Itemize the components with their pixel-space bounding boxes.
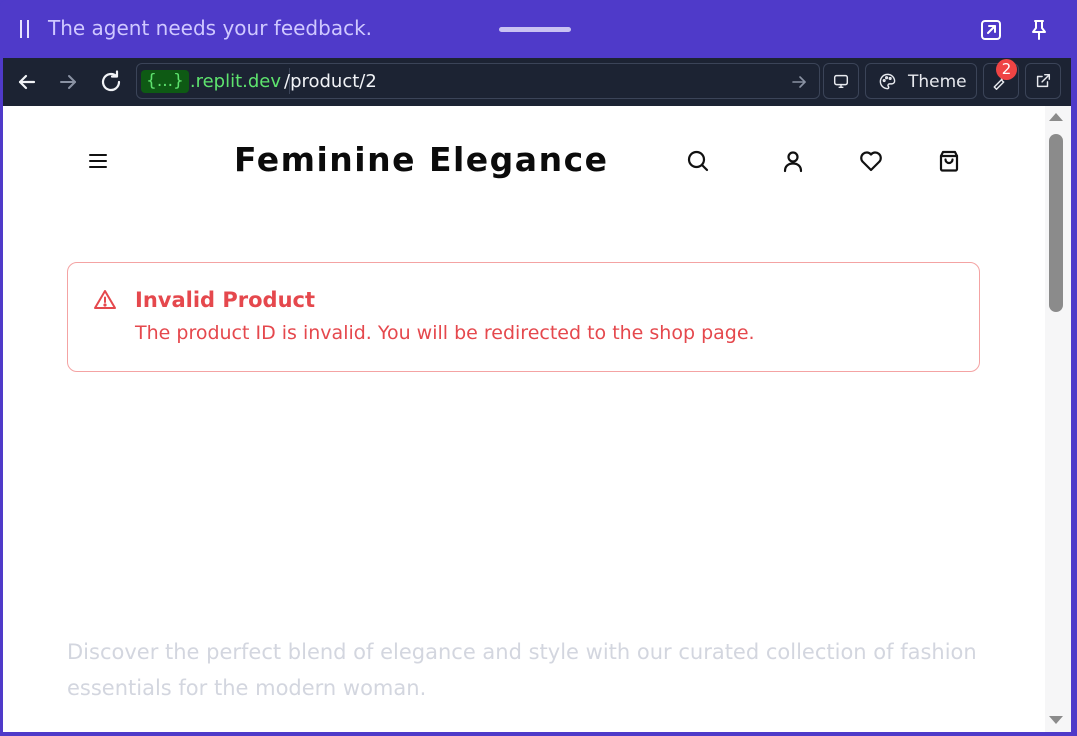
user-icon[interactable]: [780, 148, 806, 174]
browser-toolbar: {...} .replit.dev /product/2 Theme: [3, 58, 1071, 106]
palette-icon: [879, 73, 896, 90]
window-frame: The agent needs your feedback. {...} .re…: [0, 0, 1077, 736]
open-external-button[interactable]: [1025, 63, 1061, 99]
url-bar[interactable]: {...} .replit.dev /product/2: [136, 63, 820, 99]
invalid-product-alert: Invalid Product The product ID is invali…: [67, 262, 980, 372]
monitor-icon: [833, 74, 849, 89]
scroll-up-arrow-icon[interactable]: [1049, 113, 1063, 121]
back-arrow-icon[interactable]: [13, 68, 41, 96]
scroll-thumb[interactable]: [1049, 134, 1063, 312]
hamburger-menu-icon[interactable]: [87, 150, 109, 172]
forward-arrow-icon[interactable]: [54, 68, 82, 96]
page-viewport: Feminine Elegance Invalid Product The pr…: [3, 106, 1071, 732]
notification-badge: 2: [996, 59, 1017, 80]
shopping-bag-icon[interactable]: [936, 148, 962, 174]
url-host: {...} .replit.dev: [141, 68, 291, 94]
theme-button[interactable]: Theme: [865, 63, 977, 99]
scrollbar[interactable]: [1045, 106, 1071, 732]
alert-title: Invalid Product: [135, 288, 316, 312]
url-domain: .replit.dev: [189, 70, 282, 92]
site-header: Feminine Elegance: [3, 106, 1043, 216]
theme-label: Theme: [908, 72, 967, 92]
pause-icon[interactable]: [18, 20, 32, 38]
drag-handle[interactable]: [499, 27, 571, 32]
pin-icon[interactable]: [1027, 18, 1051, 42]
banner-message: The agent needs your feedback.: [48, 16, 373, 40]
warning-triangle-icon: [94, 290, 116, 309]
alert-description: The product ID is invalid. You will be r…: [135, 322, 755, 344]
url-path[interactable]: /product/2: [284, 71, 377, 92]
url-badge: {...}: [141, 69, 189, 93]
brand-logo[interactable]: Feminine Elegance: [234, 140, 609, 179]
device-preview-button[interactable]: [823, 63, 859, 99]
reload-icon[interactable]: [97, 68, 125, 96]
scroll-down-arrow-icon[interactable]: [1049, 716, 1063, 724]
go-arrow-icon[interactable]: [789, 72, 809, 92]
heart-icon[interactable]: [858, 148, 884, 174]
search-icon[interactable]: [685, 148, 711, 174]
expand-icon[interactable]: [979, 18, 1003, 42]
collection-tagline: Discover the perfect blend of elegance a…: [67, 640, 977, 700]
agent-feedback-banner: The agent needs your feedback.: [0, 0, 1077, 58]
external-link-icon: [1036, 73, 1051, 88]
